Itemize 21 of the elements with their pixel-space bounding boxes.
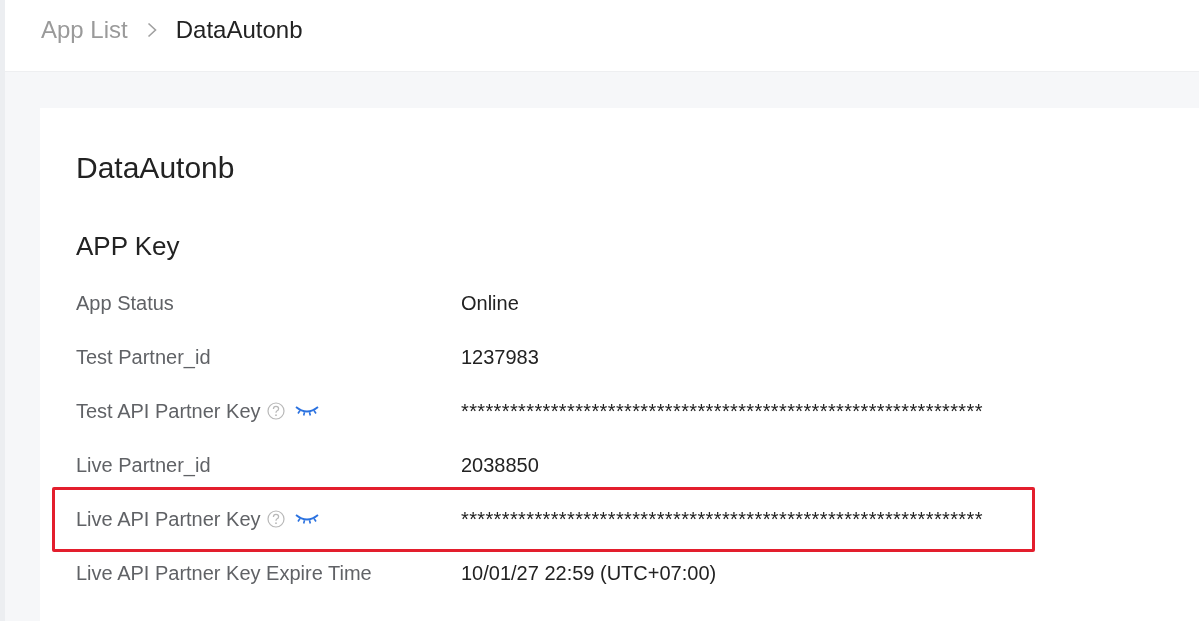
closed-eye-icon[interactable] bbox=[294, 512, 319, 526]
field-label: Test Partner_id bbox=[76, 345, 211, 369]
chevron-right-icon bbox=[146, 22, 157, 38]
app-title: DataAutonb bbox=[76, 150, 235, 186]
field-label: Live API Partner Key Expire Time bbox=[76, 561, 372, 585]
field-label: Test API Partner Key bbox=[76, 399, 261, 423]
masked-key: **************************************************************** bbox=[461, 399, 983, 423]
field-label: Live Partner_id bbox=[76, 453, 211, 477]
field-value: 10/01/27 22:59 (UTC+07:00) bbox=[461, 561, 717, 585]
closed-eye-icon[interactable] bbox=[294, 404, 319, 418]
help-icon bbox=[266, 402, 285, 420]
field-label: Live API Partner Key bbox=[76, 507, 261, 531]
masked-key: **************************************************************** bbox=[461, 507, 983, 531]
field-label: App Status bbox=[76, 291, 174, 315]
help-icon bbox=[266, 510, 285, 528]
section-title: APP Key bbox=[76, 230, 180, 262]
breadcrumb-link[interactable]: App List bbox=[41, 16, 128, 44]
field-value: 2038850 bbox=[461, 453, 539, 477]
field-value: Online bbox=[461, 291, 519, 315]
field-value: 1237983 bbox=[461, 345, 539, 369]
breadcrumb-current: DataAutonb bbox=[175, 16, 303, 44]
